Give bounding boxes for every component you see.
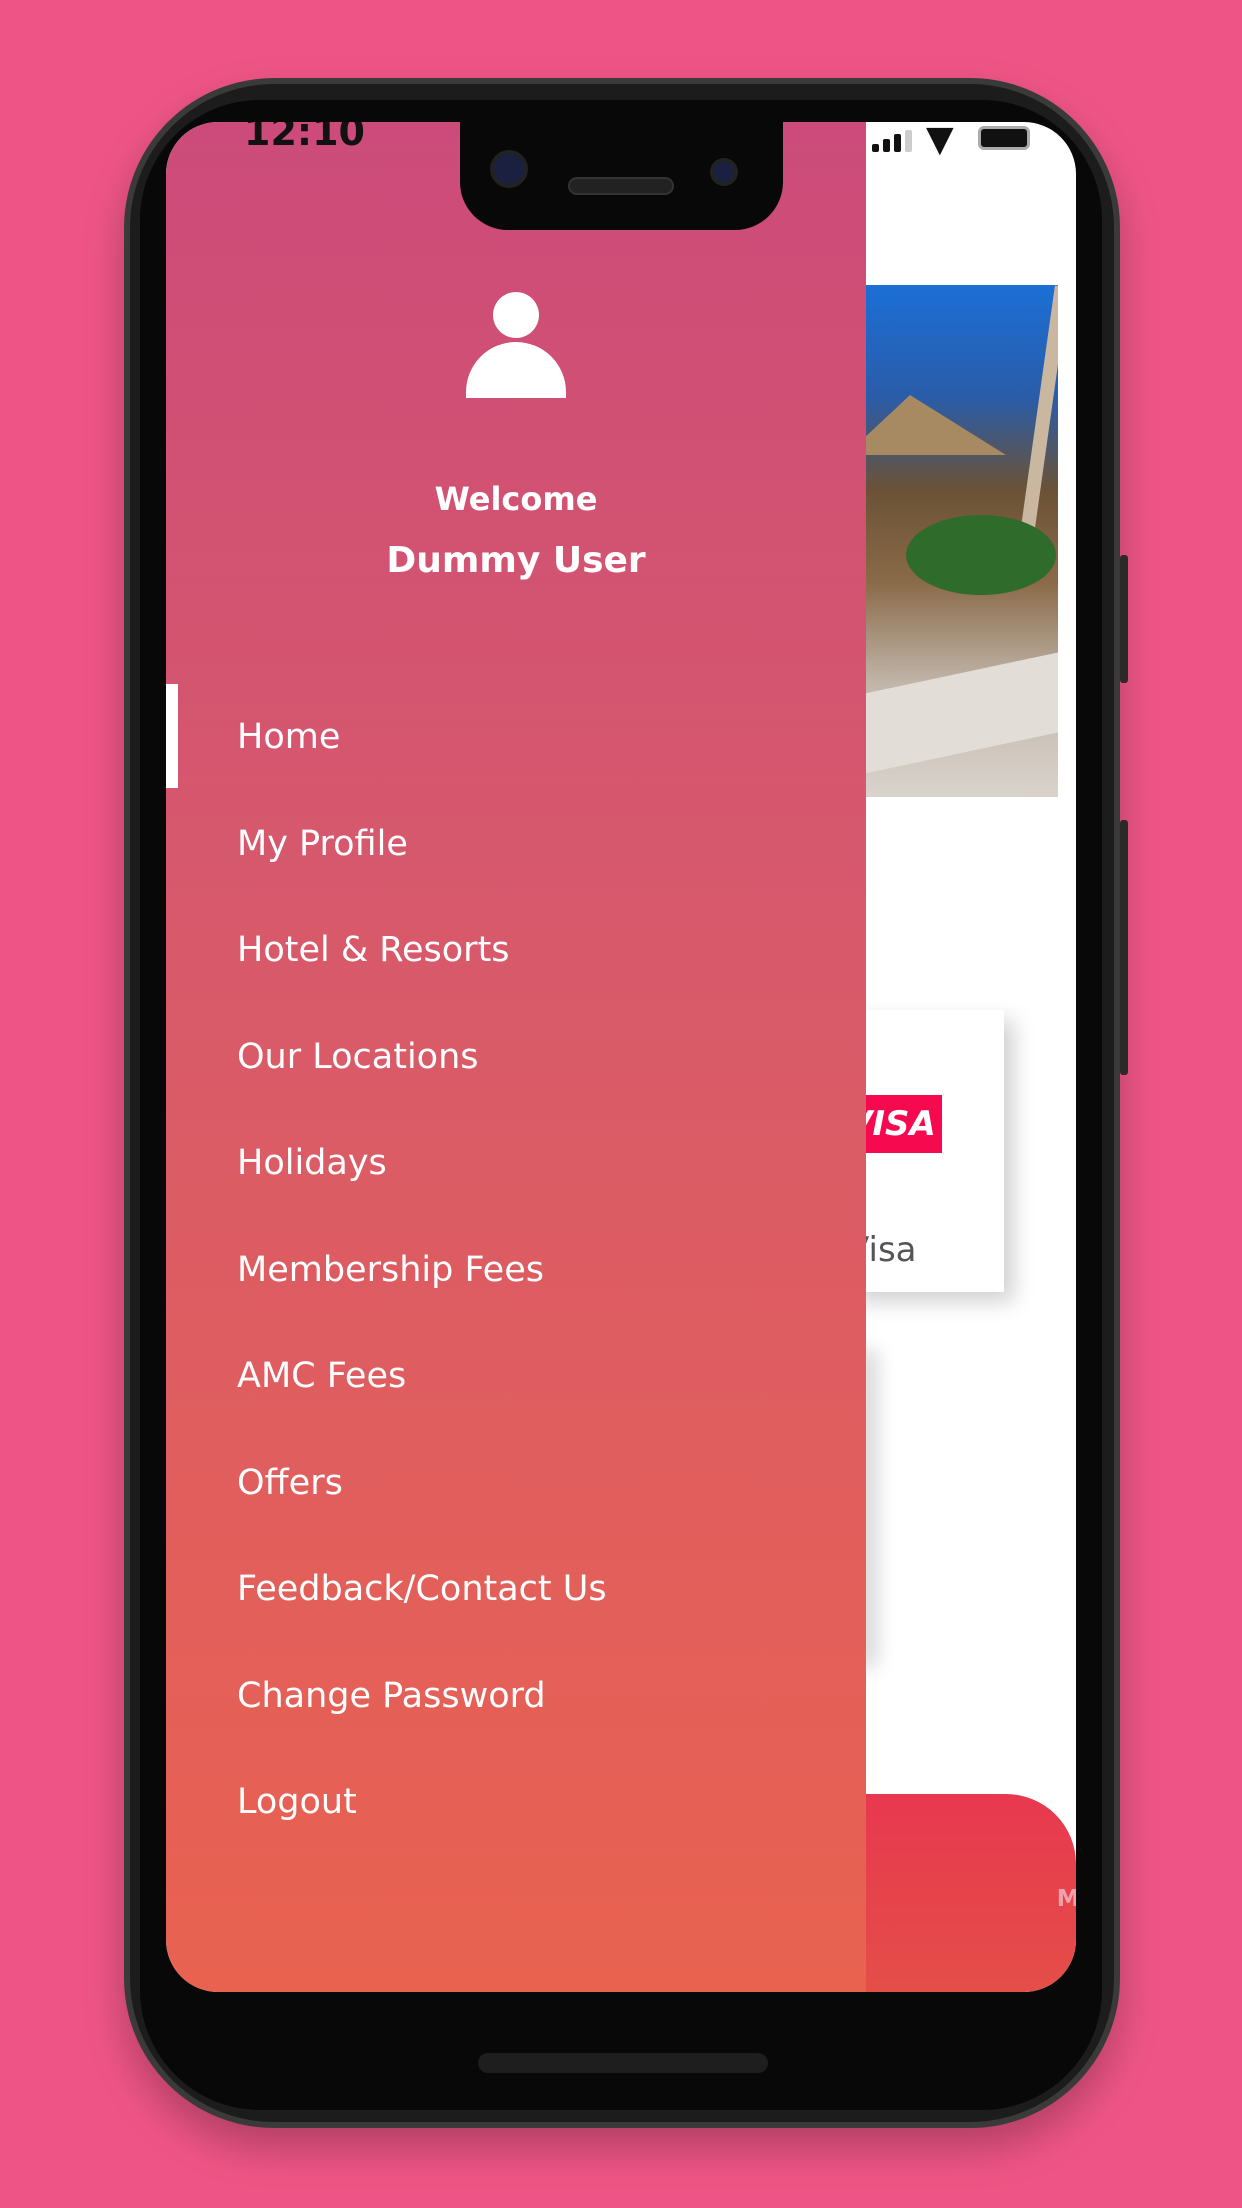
menu-item-amc-fees[interactable]: AMC Fees: [166, 1323, 866, 1430]
status-time: 12:10: [244, 122, 365, 154]
menu-item-hotel-resorts[interactable]: Hotel & Resorts: [166, 897, 866, 1004]
screen: VISA Visa MEMBER ▼ Welcome Dummy User Ho…: [166, 122, 1076, 1992]
wifi-icon: ▼: [926, 122, 954, 160]
earpiece-speaker: [568, 177, 674, 195]
user-icon: [466, 292, 566, 398]
menu-item-membership-fees[interactable]: Membership Fees: [166, 1217, 866, 1324]
battery-icon: [978, 126, 1030, 150]
menu-item-holidays[interactable]: Holidays: [166, 1110, 866, 1217]
navigation-drawer: Welcome Dummy User Home My Profile Hotel…: [166, 122, 866, 1992]
power-button: [1120, 820, 1128, 1075]
front-camera: [490, 150, 528, 188]
welcome-text: Welcome: [434, 480, 598, 518]
volume-button: [1120, 555, 1128, 683]
drawer-menu: Home My Profile Hotel & Resorts Our Loca…: [166, 684, 866, 1856]
menu-item-offers[interactable]: Offers: [166, 1430, 866, 1537]
nav-member-label[interactable]: MEMBER: [1056, 1886, 1076, 1912]
user-name: Dummy User: [386, 540, 646, 581]
camera-notch: [460, 122, 783, 230]
menu-item-feedback-contact[interactable]: Feedback/Contact Us: [166, 1536, 866, 1643]
menu-item-our-locations[interactable]: Our Locations: [166, 1004, 866, 1111]
sensor: [710, 158, 738, 186]
home-indicator: [478, 2053, 768, 2073]
menu-item-logout[interactable]: Logout: [166, 1749, 866, 1856]
menu-item-home[interactable]: Home: [166, 684, 866, 791]
menu-item-change-password[interactable]: Change Password: [166, 1643, 866, 1750]
menu-item-my-profile[interactable]: My Profile: [166, 791, 866, 898]
resort-image[interactable]: [846, 285, 1058, 797]
signal-icon: [872, 130, 912, 152]
